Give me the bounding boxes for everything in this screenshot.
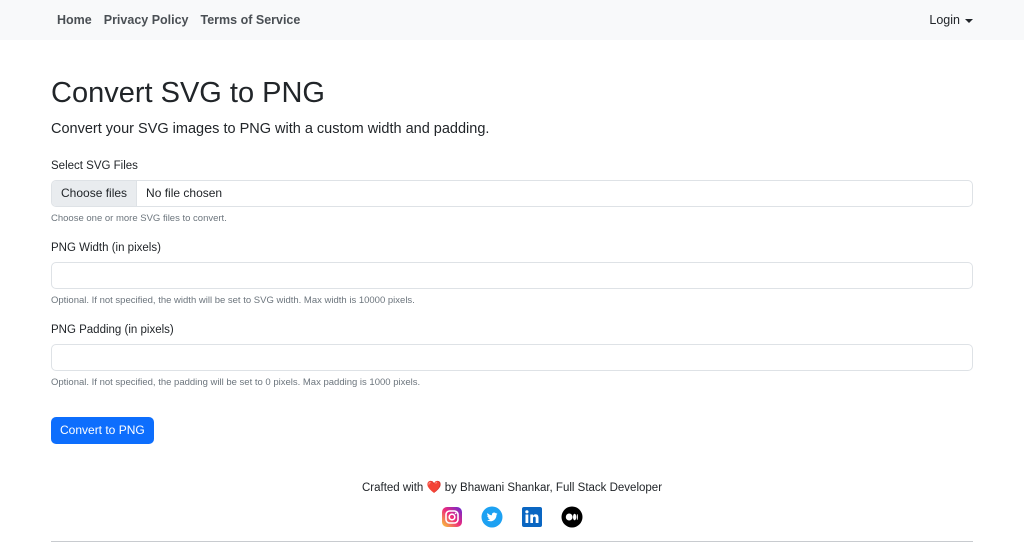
png-width-input[interactable] (51, 261, 973, 289)
medium-icon[interactable] (561, 506, 583, 528)
padding-label: PNG Padding (in pixels) (51, 323, 174, 336)
width-help-text: Optional. If not specified, the width wi… (51, 294, 415, 306)
main-content: Convert SVG to PNG Convert your SVG imag… (0, 76, 1024, 528)
nav-link-terms-of-service[interactable]: Terms of Service (201, 13, 301, 27)
page-title: Convert SVG to PNG (51, 77, 325, 109)
svg-file-input[interactable]: Choose files No file chosen (51, 179, 973, 207)
file-status-text: No file chosen (146, 186, 223, 201)
footer: Crafted with ❤️ by Bhawani Shankar, Full… (51, 480, 973, 528)
navbar: Home Privacy Policy Terms of Service Log… (0, 0, 1024, 40)
files-field: Select SVG Files Choose files No file ch… (51, 160, 973, 224)
partial-section-heading (0, 556, 1024, 560)
instagram-icon[interactable] (441, 506, 463, 528)
nav-link-privacy-policy[interactable]: Privacy Policy (104, 13, 189, 27)
caret-down-icon (965, 18, 973, 23)
padding-help-text: Optional. If not specified, the padding … (51, 376, 421, 388)
login-dropdown[interactable]: Login (929, 13, 973, 27)
linkedin-icon[interactable] (521, 506, 543, 528)
login-label: Login (929, 13, 960, 27)
social-links (51, 506, 973, 528)
twitter-icon[interactable] (481, 506, 503, 528)
footer-divider (51, 540, 973, 542)
choose-files-button[interactable]: Choose files (52, 180, 138, 206)
nav-link-home[interactable]: Home (57, 13, 92, 27)
files-label: Select SVG Files (51, 159, 138, 172)
heart-icon: ❤️ (426, 479, 442, 494)
png-padding-input[interactable] (51, 343, 973, 371)
page-lead: Convert your SVG images to PNG with a cu… (51, 120, 490, 137)
files-help-text: Choose one or more SVG files to convert. (51, 212, 227, 224)
padding-field: PNG Padding (in pixels) Optional. If not… (51, 324, 973, 388)
credit-suffix: by Bhawani Shankar, Full Stack Developer (444, 481, 663, 494)
nav-links: Home Privacy Policy Terms of Service (57, 13, 300, 27)
width-field: PNG Width (in pixels) Optional. If not s… (51, 242, 973, 306)
width-label: PNG Width (in pixels) (51, 241, 161, 254)
convert-to-png-button[interactable]: Convert to PNG (51, 416, 154, 444)
credit-text: Crafted with ❤️ by Bhawani Shankar, Full… (51, 480, 973, 494)
credit-prefix: Crafted with (361, 481, 424, 494)
